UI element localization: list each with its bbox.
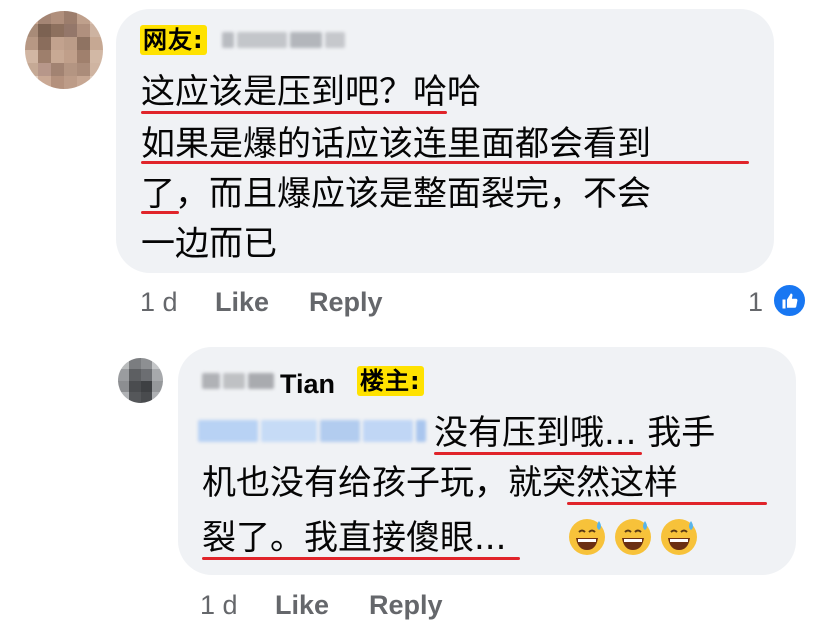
- blurred-mention[interactable]: [198, 420, 426, 442]
- avatar-pixel: [64, 24, 77, 37]
- comment-timestamp: 1 d: [140, 287, 178, 317]
- avatar-pixel: [64, 11, 77, 24]
- avatar-pixel: [38, 11, 51, 24]
- pixelated-avatar-image: [118, 358, 163, 403]
- comment-line: 这应该是压到吧？哈哈: [141, 72, 481, 112]
- avatar-pixel: [38, 24, 51, 37]
- avatar-pixel: [25, 24, 38, 37]
- avatar-pixel: [38, 63, 51, 76]
- comment-line: 一边而已: [141, 224, 277, 264]
- avatar-pixel: [51, 11, 64, 24]
- avatar-pixel: [77, 11, 90, 24]
- avatar-pixel: [151, 380, 163, 392]
- avatar-pixel: [25, 76, 38, 89]
- avatar-pixel: [77, 50, 90, 63]
- avatar-pixel: [90, 24, 103, 37]
- avatar-pixel: [25, 11, 38, 24]
- avatar-pixel: [38, 37, 51, 50]
- avatar-pixel: [90, 50, 103, 63]
- avatar-pixel: [51, 24, 64, 37]
- reaction-count[interactable]: 1: [748, 287, 763, 318]
- avatar-pixel: [77, 37, 90, 50]
- red-underline: [202, 557, 520, 560]
- avatar-pixel: [77, 63, 90, 76]
- red-underline: [141, 111, 447, 114]
- avatar-pixel: [64, 63, 77, 76]
- avatar-pixel: [77, 76, 90, 89]
- reply-line: 机也没有给孩子玩，就突然这样: [202, 463, 678, 503]
- pixelated-avatar-image: [25, 11, 103, 89]
- avatar-pixel: [151, 358, 163, 370]
- avatar-pixel: [38, 50, 51, 63]
- commenter-avatar[interactable]: [25, 11, 103, 89]
- commenter-tag: 网友:: [140, 25, 207, 55]
- avatar-pixel: [64, 76, 77, 89]
- avatar-pixel: [77, 24, 90, 37]
- avatar-pixel: [51, 63, 64, 76]
- comment-line: 如果是爆的话应该连里面都会看到: [141, 124, 651, 164]
- avatar-pixel: [118, 369, 130, 381]
- op-tag: 楼主:: [357, 366, 424, 396]
- avatar-pixel: [118, 391, 130, 403]
- avatar-pixel: [90, 76, 103, 89]
- avatar-pixel: [140, 391, 152, 403]
- red-underline: [567, 502, 767, 505]
- reply-timestamp: 1 d: [200, 590, 238, 620]
- avatar-pixel: [64, 50, 77, 63]
- avatar-pixel: [129, 380, 141, 392]
- avatar-pixel: [118, 380, 130, 392]
- avatar-pixel: [90, 63, 103, 76]
- grinning-sweat-emoji: [661, 519, 697, 555]
- avatar-pixel: [118, 358, 130, 370]
- avatar-pixel: [90, 11, 103, 24]
- avatar-pixel: [51, 37, 64, 50]
- avatar-pixel: [51, 76, 64, 89]
- avatar-pixel: [25, 37, 38, 50]
- avatar-pixel: [38, 76, 51, 89]
- grinning-sweat-emoji: [569, 519, 605, 555]
- reply-button[interactable]: Reply: [369, 590, 443, 621]
- avatar-pixel: [151, 391, 163, 403]
- grinning-sweat-emoji: [615, 519, 651, 555]
- reply-author-name[interactable]: Tian: [280, 369, 335, 400]
- comment-line: 了，而且爆应该是整面裂完，不会: [141, 174, 651, 214]
- avatar-pixel: [129, 358, 141, 370]
- avatar-pixel: [51, 50, 64, 63]
- red-underline: [141, 211, 179, 214]
- avatar-pixel: [129, 391, 141, 403]
- avatar-pixel: [129, 369, 141, 381]
- avatar-pixel: [64, 37, 77, 50]
- reply-line: 没有压到哦... 我手: [434, 413, 716, 453]
- blurred-commenter-name[interactable]: [222, 32, 345, 48]
- thumbs-up-icon[interactable]: [772, 283, 807, 318]
- reply-author-avatar[interactable]: [118, 358, 163, 403]
- avatar-pixel: [140, 380, 152, 392]
- avatar-pixel: [140, 369, 152, 381]
- blurred-author-firstname[interactable]: [202, 373, 274, 389]
- reply-button[interactable]: Reply: [309, 287, 383, 318]
- avatar-pixel: [151, 369, 163, 381]
- avatar-pixel: [25, 63, 38, 76]
- avatar-pixel: [90, 37, 103, 50]
- red-underline: [434, 452, 642, 455]
- avatar-pixel: [140, 358, 152, 370]
- reply-line: 裂了。我直接傻眼...: [202, 518, 507, 558]
- avatar-pixel: [25, 50, 38, 63]
- like-button[interactable]: Like: [275, 590, 329, 621]
- like-button[interactable]: Like: [215, 287, 269, 318]
- red-underline: [141, 161, 749, 164]
